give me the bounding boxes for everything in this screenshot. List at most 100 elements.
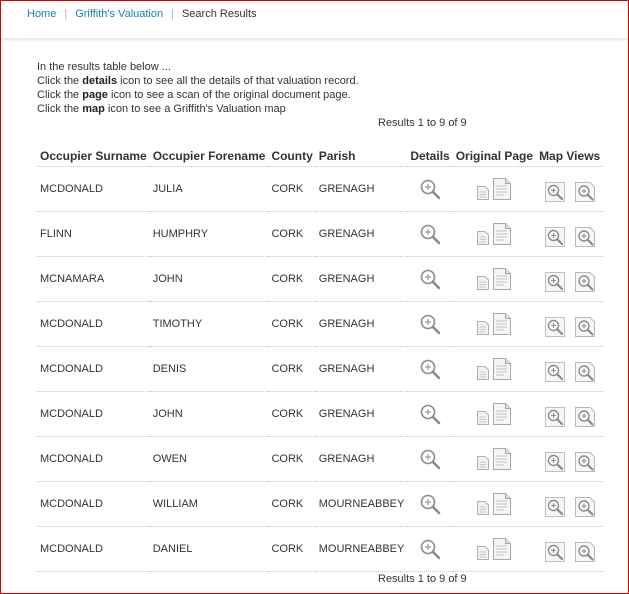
cell-original-page: [452, 166, 537, 212]
map-zoom-in-icon[interactable]: [544, 266, 565, 292]
breadcrumb-separator: |: [64, 8, 68, 20]
page-icon[interactable]: [493, 493, 512, 515]
page-icon[interactable]: [493, 223, 512, 245]
map-zoom-page-icon[interactable]: [574, 176, 595, 202]
cell-details: [407, 391, 453, 437]
cell-forename: WILLIAM: [149, 481, 269, 527]
instruction-map: Click the map icon to see a Griffith's V…: [37, 103, 286, 115]
table-row: MCDONALD JULIA CORK GRENAGH: [37, 166, 604, 212]
magnifier-icon[interactable]: [419, 449, 441, 470]
magnifier-icon[interactable]: [419, 359, 441, 380]
cell-map-views: [536, 256, 604, 302]
cell-original-page: [452, 436, 537, 482]
magnifier-icon[interactable]: [419, 539, 441, 560]
cell-original-page: [452, 256, 537, 302]
cell-parish: GRENAGH: [315, 166, 408, 212]
cell-details: [407, 211, 453, 257]
cell-county: CORK: [268, 436, 316, 482]
page-icon[interactable]: [493, 313, 512, 335]
page-thumbnail-icon[interactable]: [477, 225, 490, 245]
header-details: Details: [407, 146, 453, 167]
page-icon[interactable]: [493, 403, 512, 425]
page-thumbnail-icon[interactable]: [477, 270, 490, 290]
page-thumbnail-icon[interactable]: [477, 540, 490, 560]
header-divider: [1, 38, 628, 42]
table-row: MCDONALD DENIS CORK GRENAGH: [37, 346, 604, 392]
map-zoom-page-icon[interactable]: [574, 401, 595, 427]
breadcrumb: Home | Griffith's Valuation | Search Res…: [27, 8, 257, 20]
cell-original-page: [452, 481, 537, 527]
breadcrumb-current: Search Results: [181, 8, 257, 20]
cell-details: [407, 481, 453, 527]
table-row: MCDONALD JOHN CORK GRENAGH: [37, 391, 604, 437]
cell-forename: OWEN: [149, 436, 269, 482]
page-icon[interactable]: [493, 538, 512, 560]
cell-county: CORK: [268, 346, 316, 392]
page-thumbnail-icon[interactable]: [477, 315, 490, 335]
map-zoom-in-icon[interactable]: [544, 311, 565, 337]
table-row: MCDONALD OWEN CORK GRENAGH: [37, 436, 604, 482]
cell-county: CORK: [268, 391, 316, 437]
page-thumbnail-icon[interactable]: [477, 405, 490, 425]
magnifier-icon[interactable]: [419, 179, 441, 200]
map-zoom-page-icon[interactable]: [574, 221, 595, 247]
page-thumbnail-icon[interactable]: [477, 495, 490, 515]
cell-forename: DANIEL: [149, 526, 269, 572]
cell-surname: MCDONALD: [37, 391, 150, 437]
cell-surname: MCNAMARA: [37, 256, 150, 302]
magnifier-icon[interactable]: [419, 314, 441, 335]
map-zoom-in-icon[interactable]: [544, 176, 565, 202]
cell-details: [407, 436, 453, 482]
cell-map-views: [536, 211, 604, 257]
instruction-details: Click the details icon to see all the de…: [37, 75, 359, 87]
page-icon[interactable]: [493, 448, 512, 470]
page-icon[interactable]: [493, 178, 512, 200]
cell-surname: MCDONALD: [37, 346, 150, 392]
map-zoom-page-icon[interactable]: [574, 446, 595, 472]
map-zoom-in-icon[interactable]: [544, 356, 565, 382]
cell-surname: MCDONALD: [37, 481, 150, 527]
cell-parish: GRENAGH: [315, 391, 408, 437]
page-thumbnail-icon[interactable]: [477, 450, 490, 470]
cell-parish: GRENAGH: [315, 256, 408, 302]
map-zoom-page-icon[interactable]: [574, 266, 595, 292]
breadcrumb-griffiths-link[interactable]: Griffith's Valuation: [75, 8, 163, 20]
page-icon[interactable]: [493, 268, 512, 290]
map-zoom-in-icon[interactable]: [544, 401, 565, 427]
magnifier-icon[interactable]: [419, 494, 441, 515]
map-zoom-page-icon[interactable]: [574, 491, 595, 517]
cell-original-page: [452, 346, 537, 392]
page-thumbnail-icon[interactable]: [477, 180, 490, 200]
table-row: FLINN HUMPHRY CORK GRENAGH: [37, 211, 604, 257]
map-zoom-page-icon[interactable]: [574, 356, 595, 382]
page-icon[interactable]: [493, 358, 512, 380]
magnifier-icon[interactable]: [419, 269, 441, 290]
cell-map-views: [536, 526, 604, 572]
cell-surname: MCDONALD: [37, 301, 150, 347]
map-zoom-page-icon[interactable]: [574, 536, 595, 562]
map-zoom-in-icon[interactable]: [544, 491, 565, 517]
cell-map-views: [536, 346, 604, 392]
page-thumbnail-icon[interactable]: [477, 360, 490, 380]
cell-parish: MOURNEABBEY: [315, 526, 408, 572]
cell-original-page: [452, 526, 537, 572]
header-original-page: Original Page: [452, 146, 537, 167]
cell-forename: JOHN: [149, 391, 269, 437]
map-zoom-page-icon[interactable]: [574, 311, 595, 337]
cell-county: CORK: [268, 526, 316, 572]
magnifier-icon[interactable]: [419, 404, 441, 425]
cell-forename: HUMPHRY: [149, 211, 269, 257]
map-zoom-in-icon[interactable]: [544, 221, 565, 247]
map-zoom-in-icon[interactable]: [544, 446, 565, 472]
table-row: MCDONALD WILLIAM CORK MOURNEABBEY: [37, 481, 604, 527]
cell-county: CORK: [268, 166, 316, 212]
cell-surname: MCDONALD: [37, 526, 150, 572]
cell-parish: GRENAGH: [315, 211, 408, 257]
map-zoom-in-icon[interactable]: [544, 536, 565, 562]
magnifier-icon[interactable]: [419, 224, 441, 245]
instructions: In the results table below ... Click the…: [37, 60, 359, 116]
instruction-intro: In the results table below ...: [37, 61, 171, 73]
cell-surname: MCDONALD: [37, 436, 150, 482]
header-parish: Parish: [315, 146, 408, 167]
breadcrumb-home-link[interactable]: Home: [27, 8, 56, 20]
